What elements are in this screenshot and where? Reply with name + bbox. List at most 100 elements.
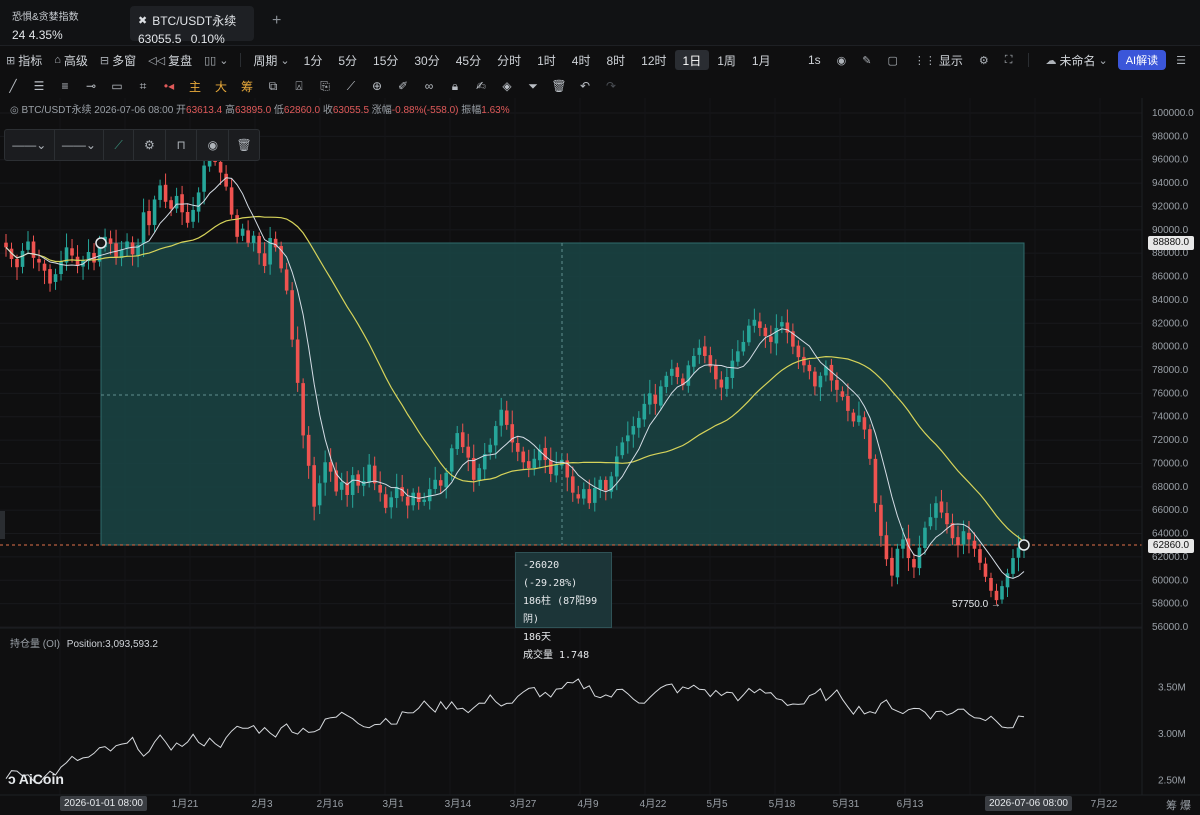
sidebar-collapse-handle[interactable] (0, 511, 5, 539)
measure-end-handle (1018, 539, 1030, 551)
candle-body (411, 492, 415, 506)
price-tick-8: 84000.0 (1152, 295, 1189, 306)
candle-body (70, 248, 74, 256)
candle-body (218, 161, 223, 173)
candle-body (912, 559, 916, 568)
candle-body (37, 259, 41, 263)
candle-body (989, 578, 993, 591)
candle-body (648, 393, 652, 405)
candle-body (125, 241, 129, 249)
oi-legend: 持仓量 (OI) Position:3,093,593.2 (10, 635, 158, 650)
candle-body (471, 458, 476, 480)
candle-body (532, 458, 537, 469)
date-tick-2: 2月16 (317, 798, 344, 810)
current-price-tag: 62860.0 (1148, 539, 1194, 553)
candle-body (295, 339, 300, 383)
candle-body (1016, 547, 1021, 558)
candle-body (521, 451, 526, 463)
date-tick-1: 2月3 (251, 798, 273, 810)
date-tick-9: 5月18 (769, 798, 796, 810)
legend-time: 2026-07-06 08:00 (94, 105, 174, 116)
candle-body (433, 479, 438, 489)
corner-icons[interactable]: 筹 爆 (1166, 797, 1191, 813)
measure-volume: 成交量 1.748 (523, 650, 590, 661)
price-tick-3: 94000.0 (1152, 178, 1189, 189)
candle-body (620, 442, 625, 456)
candle-body (4, 242, 8, 248)
price-chart[interactable]: 100000.0 98000.0 96000.0 94000.0 92000.0 9000… (0, 0, 1200, 815)
candle-body (1000, 586, 1004, 600)
candle-body (923, 527, 927, 548)
settings-gear-icon[interactable]: ⚙ (134, 130, 166, 160)
candle-body (202, 165, 206, 192)
candle-body (615, 456, 619, 477)
candle-body (169, 200, 173, 209)
candle-body (383, 494, 388, 508)
candle-body (257, 235, 261, 254)
drawing-object-toolbar: ——⌄ ——⌄ ⟋ ⚙ ⊓ ◉ 🗑︎ (4, 129, 260, 161)
close-label: 收 (322, 105, 333, 116)
start-date-tag: 2026-01-01 08:00 (60, 796, 147, 811)
candle-body (972, 540, 977, 549)
candle-body (306, 434, 311, 466)
candle-body (603, 479, 608, 491)
price-tick-0: 100000.0 (1152, 108, 1194, 119)
candle-body (796, 345, 801, 358)
eye-icon[interactable]: ◉ (197, 130, 230, 160)
candle-body (780, 322, 784, 327)
lock-icon[interactable]: ⊓ (166, 130, 198, 160)
price-tick-1: 98000.0 (1152, 131, 1189, 142)
date-tick-6: 4月9 (577, 798, 599, 810)
legend-symbol: BTC/USDT永续 (21, 105, 92, 116)
price-tick-7: 86000.0 (1152, 272, 1189, 283)
candle-body (416, 492, 421, 503)
measure-start-handle (95, 237, 107, 249)
candle-body (141, 212, 146, 244)
candle-body (752, 319, 757, 326)
candle-body (554, 464, 559, 476)
oi-tick-1: 3.00M (1158, 729, 1186, 740)
candle-body (719, 379, 724, 388)
candle-body (290, 290, 294, 340)
candle-body (983, 563, 988, 577)
candle-body (20, 250, 25, 267)
color-icon[interactable]: ⟋ (104, 130, 134, 160)
price-tick-5: 90000.0 (1152, 225, 1189, 236)
measure-bars: 186柱 (87阳99阴) (523, 596, 598, 625)
candle-body (48, 269, 52, 284)
trash-icon[interactable]: 🗑︎ (229, 130, 259, 160)
ohlc-legend: ◎ BTC/USDT永续 2026-07-06 08:00 开63613.4 高… (10, 101, 510, 116)
candle-body (873, 458, 878, 504)
legend-eye-icon[interactable]: ◎ (10, 105, 19, 116)
date-tick-5: 3月27 (510, 798, 537, 810)
candle-body (934, 503, 938, 518)
candle-body (488, 444, 493, 453)
candle-body (405, 496, 410, 506)
price-tick-22: 56000.0 (1152, 622, 1189, 633)
date-tick-7: 4月22 (640, 798, 667, 810)
date-tick-3: 3月1 (382, 798, 404, 810)
candle-body (422, 499, 427, 502)
candle-body (59, 261, 63, 275)
candle-body (229, 187, 234, 215)
date-tick-8: 5月5 (706, 798, 728, 810)
end-date-tag: 2026-07-06 08:00 (985, 796, 1072, 811)
candle-body (543, 447, 548, 460)
date-tick-0: 1月21 (172, 798, 199, 810)
measure-days: 186天 (523, 632, 552, 643)
candle-body (664, 375, 669, 387)
line-width-dropdown[interactable]: ——⌄ (55, 130, 105, 160)
candle-body (504, 410, 509, 425)
box-top-price-tag: 88880.0 (1148, 236, 1194, 250)
candle-body (637, 417, 641, 428)
line-style-dropdown[interactable]: ——⌄ (5, 130, 55, 160)
candle-body (763, 327, 768, 337)
candle-body (152, 199, 157, 225)
candle-body (548, 460, 553, 474)
low-label: 低 (273, 105, 284, 116)
candle-body (312, 465, 316, 507)
candle-body (659, 386, 663, 406)
candle-body (747, 325, 751, 343)
candle-body (978, 549, 982, 563)
price-tick-10: 80000.0 (1152, 342, 1189, 353)
